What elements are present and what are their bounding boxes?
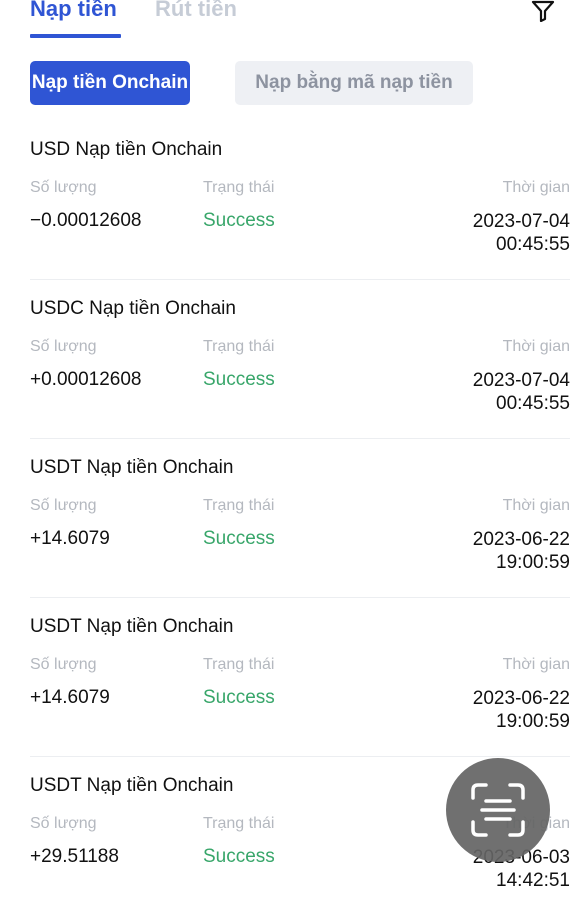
status-label: Trạng thái — [203, 656, 275, 673]
record-title: USD Nạp tiền Onchain — [30, 139, 223, 160]
scan-button[interactable] — [446, 758, 550, 862]
list-item[interactable]: USD Nạp tiền Onchain Số lượng Trạng thái… — [30, 121, 570, 280]
status-value: Success — [203, 369, 275, 390]
amount-label: Số lượng — [30, 179, 97, 196]
amount-label: Số lượng — [30, 656, 97, 673]
subtab-code-deposit[interactable]: Nạp bằng mã nạp tiền — [235, 61, 473, 105]
tab-deposit[interactable]: Nạp tiền — [30, 0, 117, 22]
list-item[interactable]: USDT Nạp tiền Onchain Số lượng Trạng thá… — [30, 598, 570, 757]
date-value: 2023-06-22 — [472, 529, 570, 550]
status-value: Success — [203, 687, 275, 708]
date-value: 2023-07-04 — [472, 370, 570, 391]
scan-icon — [471, 783, 525, 837]
amount-value: +29.51188 — [30, 846, 119, 867]
time-value: 00:45:55 — [496, 234, 570, 255]
date-value: 2023-06-22 — [472, 688, 570, 709]
amount-label: Số lượng — [30, 815, 97, 832]
date-value: 2023-07-04 — [472, 211, 570, 232]
timestamp: 2023-07-04 00:45:55 — [473, 369, 570, 415]
time-label: Thời gian — [502, 656, 570, 673]
time-label: Thời gian — [502, 497, 570, 514]
amount-value: +14.6079 — [30, 528, 110, 549]
time-label: Thời gian — [502, 179, 570, 196]
record-title: USDT Nạp tiền Onchain — [30, 616, 234, 637]
amount-label: Số lượng — [30, 338, 97, 355]
timestamp: 2023-06-22 19:00:59 — [473, 687, 570, 733]
time-label: Thời gian — [502, 338, 570, 355]
list-item[interactable]: USDC Nạp tiền Onchain Số lượng Trạng thá… — [30, 280, 570, 439]
status-label: Trạng thái — [203, 815, 275, 832]
subtab-onchain-deposit[interactable]: Nạp tiền Onchain — [30, 61, 190, 105]
amount-value: +0.00012608 — [30, 369, 142, 390]
record-title: USDT Nạp tiền Onchain — [30, 457, 234, 478]
status-label: Trạng thái — [203, 497, 275, 514]
time-value: 19:00:59 — [496, 711, 570, 732]
tab-withdraw[interactable]: Rút tiền — [155, 0, 237, 22]
amount-label: Số lượng — [30, 497, 97, 514]
time-value: 19:00:59 — [496, 552, 570, 573]
status-value: Success — [203, 846, 275, 867]
status-value: Success — [203, 210, 275, 231]
status-value: Success — [203, 528, 275, 549]
filter-icon[interactable] — [531, 0, 555, 22]
list-item[interactable]: USDT Nạp tiền Onchain Số lượng Trạng thá… — [30, 439, 570, 598]
status-label: Trạng thái — [203, 338, 275, 355]
record-title: USDT Nạp tiền Onchain — [30, 775, 234, 796]
time-value: 14:42:51 — [496, 870, 570, 891]
amount-value: +14.6079 — [30, 687, 110, 708]
amount-value: −0.00012608 — [30, 210, 142, 231]
timestamp: 2023-06-22 19:00:59 — [473, 528, 570, 574]
time-value: 00:45:55 — [496, 393, 570, 414]
active-tab-indicator — [30, 34, 121, 38]
timestamp: 2023-07-04 00:45:55 — [473, 210, 570, 256]
status-label: Trạng thái — [203, 179, 275, 196]
record-title: USDC Nạp tiền Onchain — [30, 298, 236, 319]
